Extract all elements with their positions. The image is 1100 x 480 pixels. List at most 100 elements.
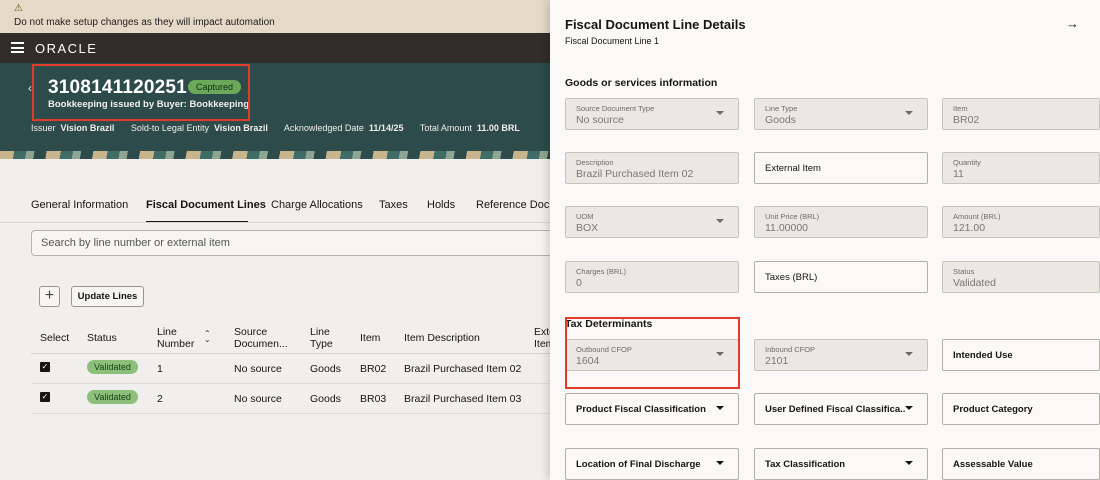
row-source-document: No source xyxy=(234,363,282,375)
tab-taxes[interactable]: Taxes xyxy=(379,199,408,211)
sort-icon[interactable]: ⌃ ⌄ xyxy=(204,330,211,344)
description-field: Description Brazil Purchased Item 02 xyxy=(565,152,739,184)
line-details-drawer: Fiscal Document Line Details Fiscal Docu… xyxy=(550,0,1100,480)
row-line-number: 1 xyxy=(157,363,163,375)
field-value: 0 xyxy=(576,277,582,289)
table-row[interactable]: ✓ Validated 2 No source Goods BR03 Brazi… xyxy=(31,384,550,414)
charges-field: Charges (BRL) 0 xyxy=(565,261,739,293)
location-final-discharge-field[interactable]: Location of Final Discharge xyxy=(565,448,739,480)
col-header-status[interactable]: Status xyxy=(87,332,117,344)
table-row[interactable]: ✓ Validated 1 No source Goods BR02 Brazi… xyxy=(31,354,550,384)
tax-classification-field[interactable]: Tax Classification xyxy=(754,448,928,480)
field-value: BOX xyxy=(576,222,599,234)
assessable-value-field[interactable]: Assessable Value xyxy=(942,448,1100,480)
field-label: External Item xyxy=(765,163,821,174)
field-label: Charges (BRL) xyxy=(576,267,627,276)
chevron-down-icon xyxy=(716,111,724,115)
field-value: Validated xyxy=(953,277,997,289)
tab-reference-documents[interactable]: Reference Docu xyxy=(476,199,556,211)
highlight-box-tax-determinants xyxy=(565,317,740,389)
header-decoration xyxy=(0,151,550,159)
row-item-description: Brazil Purchased Item 03 xyxy=(404,393,522,405)
tab-charge-allocations[interactable]: Charge Allocations xyxy=(271,199,363,211)
field-value: 121.00 xyxy=(953,222,986,234)
warning-icon: ⚠ xyxy=(14,3,23,14)
row-line-type: Goods xyxy=(310,363,341,375)
highlight-box-header xyxy=(32,64,250,121)
tabs-divider xyxy=(0,222,550,223)
col-header-item[interactable]: Item xyxy=(360,332,380,344)
row-checkbox[interactable]: ✓ xyxy=(40,392,50,402)
status-field: Status Validated xyxy=(942,261,1100,293)
chevron-down-icon xyxy=(905,111,913,115)
meta-total-value: 11.00 BRL xyxy=(476,123,520,133)
field-label: Tax Classification xyxy=(765,459,846,470)
meta-ackdate-value: 11/14/25 xyxy=(368,123,404,133)
col-header-line-number[interactable]: Line Number xyxy=(157,326,201,350)
inbound-cfop-field: Inbound CFOP 2101 xyxy=(754,339,928,371)
row-line-number: 2 xyxy=(157,393,163,405)
chevron-down-icon xyxy=(716,219,724,223)
row-status-badge: Validated xyxy=(87,390,138,404)
update-lines-button[interactable]: Update Lines xyxy=(71,286,144,307)
field-label: Unit Price (BRL) xyxy=(765,212,820,221)
product-category-field[interactable]: Product Category xyxy=(942,393,1100,425)
field-value: BR02 xyxy=(953,114,980,126)
field-label: User Defined Fiscal Classifica... xyxy=(765,404,905,415)
search-input[interactable]: Search by line number or external item xyxy=(31,230,550,256)
field-value: 11 xyxy=(953,168,964,180)
external-item-field[interactable]: External Item xyxy=(754,152,928,184)
field-label: UOM xyxy=(576,212,594,221)
drawer-title: Fiscal Document Line Details xyxy=(565,17,746,32)
row-item-description: Brazil Purchased Item 02 xyxy=(404,363,522,375)
chevron-down-icon[interactable] xyxy=(716,461,724,465)
tab-general-information[interactable]: General Information xyxy=(31,199,128,211)
add-line-button[interactable]: + xyxy=(39,286,60,307)
uom-field: UOM BOX xyxy=(565,206,739,238)
oracle-logo: ORACLE xyxy=(35,41,98,56)
chevron-down-icon[interactable] xyxy=(905,406,913,410)
field-label: Inbound CFOP xyxy=(765,345,816,354)
menu-icon[interactable] xyxy=(11,42,24,53)
warning-text: Do not make setup changes as they will i… xyxy=(14,17,275,28)
unit-price-field: Unit Price (BRL) 11.00000 xyxy=(754,206,928,238)
chevron-down-icon[interactable] xyxy=(905,461,913,465)
close-drawer-icon[interactable]: → xyxy=(1066,16,1079,31)
drawer-subtitle: Fiscal Document Line 1 xyxy=(565,36,660,46)
amount-field: Amount (BRL) 121.00 xyxy=(942,206,1100,238)
quantity-field: Quantity 11 xyxy=(942,152,1100,184)
field-value: Goods xyxy=(765,114,796,126)
row-line-type: Goods xyxy=(310,393,341,405)
field-label: Line Type xyxy=(765,104,798,113)
source-document-type-field: Source Document Type No source xyxy=(565,98,739,130)
field-label: Assessable Value xyxy=(953,459,1033,470)
col-header-external-item[interactable]: Exte Item xyxy=(534,326,550,350)
chevron-down-icon[interactable] xyxy=(716,406,724,410)
taxes-field[interactable]: Taxes (BRL) xyxy=(754,261,928,293)
field-label: Intended Use xyxy=(953,350,1013,361)
product-fiscal-classification-field[interactable]: Product Fiscal Classification xyxy=(565,393,739,425)
row-item: BR02 xyxy=(360,363,387,375)
col-header-source-document[interactable]: Source Documen... xyxy=(234,326,296,350)
row-source-document: No source xyxy=(234,393,282,405)
meta-issuer-label: Issuer xyxy=(31,123,56,133)
field-label: Product Category xyxy=(953,404,1033,415)
tab-holds[interactable]: Holds xyxy=(427,199,455,211)
meta-total-label: Total Amount xyxy=(419,123,472,133)
col-header-item-description[interactable]: Item Description xyxy=(404,332,480,344)
field-value: No source xyxy=(576,114,624,126)
row-checkbox[interactable]: ✓ xyxy=(40,362,50,372)
col-header-line-type[interactable]: Line Type xyxy=(310,326,340,350)
line-type-field: Line Type Goods xyxy=(754,98,928,130)
field-value: Brazil Purchased Item 02 xyxy=(576,168,694,180)
tab-fiscal-document-lines[interactable]: Fiscal Document Lines xyxy=(146,199,266,211)
user-defined-fiscal-classification-field[interactable]: User Defined Fiscal Classifica... xyxy=(754,393,928,425)
field-label: Source Document Type xyxy=(576,104,655,113)
field-label: Location of Final Discharge xyxy=(576,459,701,470)
header-meta: Issuer Vision Brazil Sold-to Legal Entit… xyxy=(31,123,534,133)
field-value: 2101 xyxy=(765,355,789,367)
field-label: Product Fiscal Classification xyxy=(576,404,706,415)
intended-use-field[interactable]: Intended Use xyxy=(942,339,1100,371)
field-label: Amount (BRL) xyxy=(953,212,1001,221)
meta-ackdate-label: Acknowledged Date xyxy=(283,123,364,133)
